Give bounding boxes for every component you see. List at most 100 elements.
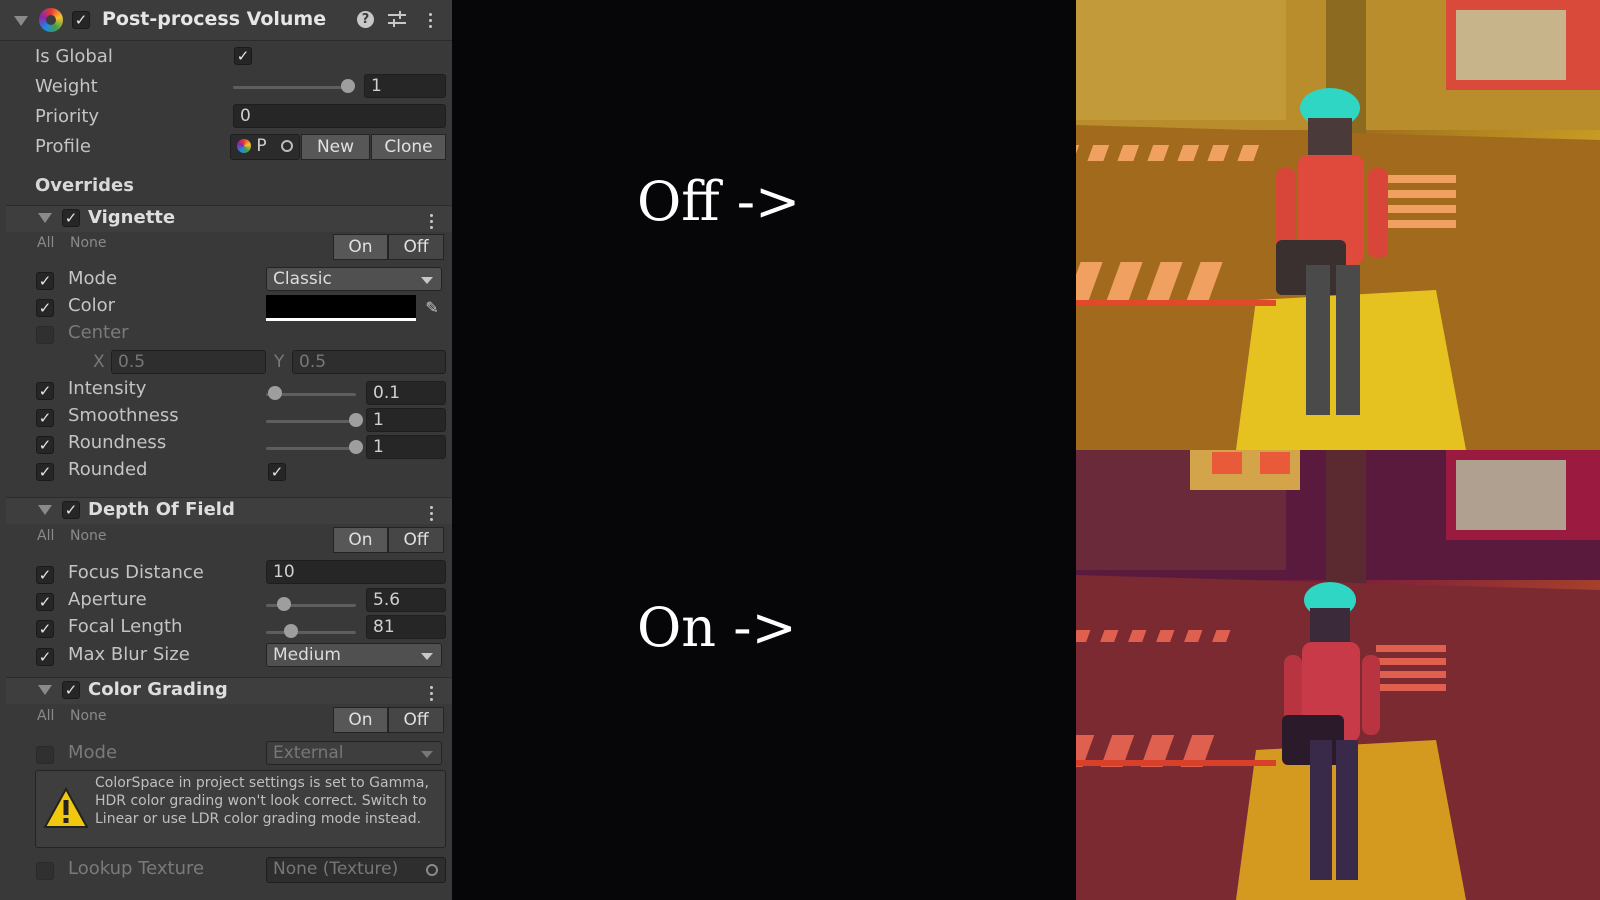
new-profile-button[interactable]: New <box>301 134 370 160</box>
vignette-section-header[interactable]: ✓ Vignette <box>6 205 452 232</box>
grading-collapse-icon[interactable] <box>38 685 52 695</box>
grading-mode-dropdown[interactable]: External <box>266 741 442 765</box>
smoothness-slider-track[interactable] <box>266 420 356 423</box>
vignette-rounded-override[interactable]: ✓ <box>36 463 54 481</box>
vignette-intensity-override[interactable]: ✓ <box>36 382 54 400</box>
dof-on-button[interactable]: On <box>333 527 388 553</box>
vignette-off-button[interactable]: Off <box>388 234 444 260</box>
weight-field[interactable]: 1 <box>364 74 446 98</box>
gamma-warning-box: ColorSpace in project settings is set to… <box>35 770 446 848</box>
focal-slider-track[interactable] <box>266 631 356 634</box>
focal-length-field[interactable]: 81 <box>366 615 446 639</box>
off-label: Off -> <box>637 170 801 233</box>
component-header[interactable]: ✓ Post-process Volume ? <box>0 0 452 41</box>
grading-off-button[interactable]: Off <box>388 707 444 733</box>
object-picker-icon[interactable] <box>281 140 293 152</box>
smoothness-slider-thumb[interactable] <box>349 413 363 427</box>
roundness-slider-track[interactable] <box>266 447 356 450</box>
grading-section-header[interactable]: ✓ Color Grading <box>6 677 452 704</box>
dof-blur-override[interactable]: ✓ <box>36 648 54 666</box>
vignette-all-link[interactable]: All <box>37 235 54 251</box>
lut-override[interactable]: ✓ <box>36 862 54 880</box>
vignette-collapse-icon[interactable] <box>38 213 52 223</box>
chevron-down-icon <box>421 751 433 758</box>
max-blur-value: Medium <box>273 645 341 665</box>
vignette-mode-value: Classic <box>273 269 332 289</box>
component-menu-icon[interactable] <box>429 13 433 31</box>
profile-label: Profile <box>35 136 91 157</box>
scene-on-illustration <box>1076 450 1600 900</box>
vignette-center-label: Center <box>68 322 129 343</box>
intensity-slider-thumb[interactable] <box>268 386 282 400</box>
dof-blur-label: Max Blur Size <box>68 644 190 665</box>
vignette-menu-icon[interactable] <box>430 214 434 232</box>
smoothness-field[interactable]: 1 <box>366 408 446 432</box>
dof-menu-icon[interactable] <box>430 506 434 524</box>
dof-focus-label: Focus Distance <box>68 562 204 583</box>
dof-none-link[interactable]: None <box>70 528 107 544</box>
lut-value: None (Texture) <box>273 859 399 879</box>
roundness-slider-thumb[interactable] <box>349 440 363 454</box>
grading-mode-label: Mode <box>68 742 118 763</box>
dof-focal-override[interactable]: ✓ <box>36 620 54 638</box>
dof-enabled-checkbox[interactable]: ✓ <box>62 501 80 519</box>
weight-label: Weight <box>35 76 98 97</box>
eyedropper-icon[interactable]: ✎ <box>422 298 442 318</box>
vignette-color-label: Color <box>68 295 115 316</box>
component-title: Post-process Volume <box>102 8 327 30</box>
vignette-on-button[interactable]: On <box>333 234 388 260</box>
scene-with-post-processing <box>1076 450 1600 900</box>
vignette-title: Vignette <box>88 207 176 228</box>
grading-on-button[interactable]: On <box>333 707 388 733</box>
dof-section-header[interactable]: ✓ Depth Of Field <box>6 497 452 524</box>
center-y-field[interactable]: 0.5 <box>292 350 446 374</box>
weight-slider-track[interactable] <box>233 86 348 89</box>
aperture-slider-thumb[interactable] <box>277 597 291 611</box>
dof-collapse-icon[interactable] <box>38 505 52 515</box>
grading-mode-override[interactable]: ✓ <box>36 746 54 764</box>
vignette-mode-dropdown[interactable]: Classic <box>266 267 442 291</box>
priority-field[interactable]: 0 <box>233 104 446 128</box>
dof-focus-override[interactable]: ✓ <box>36 566 54 584</box>
intensity-field[interactable]: 0.1 <box>366 381 446 405</box>
vignette-center-override[interactable]: ✓ <box>36 326 54 344</box>
vignette-enabled-checkbox[interactable]: ✓ <box>62 209 80 227</box>
dof-aperture-override[interactable]: ✓ <box>36 593 54 611</box>
aperture-field[interactable]: 5.6 <box>366 588 446 612</box>
clone-profile-button[interactable]: Clone <box>371 134 446 160</box>
focus-distance-field[interactable]: 10 <box>266 560 446 584</box>
is-global-label: Is Global <box>35 46 113 67</box>
vignette-rounded-checkbox[interactable]: ✓ <box>268 463 286 481</box>
vignette-roundness-override[interactable]: ✓ <box>36 436 54 454</box>
is-global-checkbox[interactable]: ✓ <box>234 47 252 65</box>
vignette-color-swatch[interactable] <box>266 295 416 321</box>
vignette-roundness-label: Roundness <box>68 432 167 453</box>
collapse-arrow-icon[interactable] <box>14 16 28 26</box>
vignette-none-link[interactable]: None <box>70 235 107 251</box>
scene-without-post-processing <box>1076 0 1600 450</box>
vignette-intensity-label: Intensity <box>68 378 147 399</box>
overrides-heading: Overrides <box>35 175 134 196</box>
grading-none-link[interactable]: None <box>70 708 107 724</box>
grading-enabled-checkbox[interactable]: ✓ <box>62 681 80 699</box>
vignette-smoothness-override[interactable]: ✓ <box>36 409 54 427</box>
presets-icon[interactable] <box>388 10 406 28</box>
dof-all-link[interactable]: All <box>37 528 54 544</box>
help-icon[interactable]: ? <box>357 11 374 28</box>
vignette-color-override[interactable]: ✓ <box>36 299 54 317</box>
object-picker-icon[interactable] <box>426 864 438 876</box>
vignette-mode-label: Mode <box>68 268 118 289</box>
max-blur-dropdown[interactable]: Medium <box>266 643 442 667</box>
focal-slider-thumb[interactable] <box>284 624 299 638</box>
center-x-field[interactable]: 0.5 <box>111 350 266 374</box>
grading-all-link[interactable]: All <box>37 708 54 724</box>
lut-field[interactable]: None (Texture) <box>266 857 446 883</box>
roundness-field[interactable]: 1 <box>366 435 446 459</box>
component-enabled-checkbox[interactable]: ✓ <box>72 11 90 29</box>
grading-menu-icon[interactable] <box>430 686 434 704</box>
dof-off-button[interactable]: Off <box>388 527 444 553</box>
weight-slider-thumb[interactable] <box>341 79 355 93</box>
profile-field[interactable]: P <box>230 134 300 160</box>
vignette-mode-override[interactable]: ✓ <box>36 272 54 290</box>
inspector-panel: ✓ Post-process Volume ? Is Global ✓ Weig… <box>0 0 452 900</box>
